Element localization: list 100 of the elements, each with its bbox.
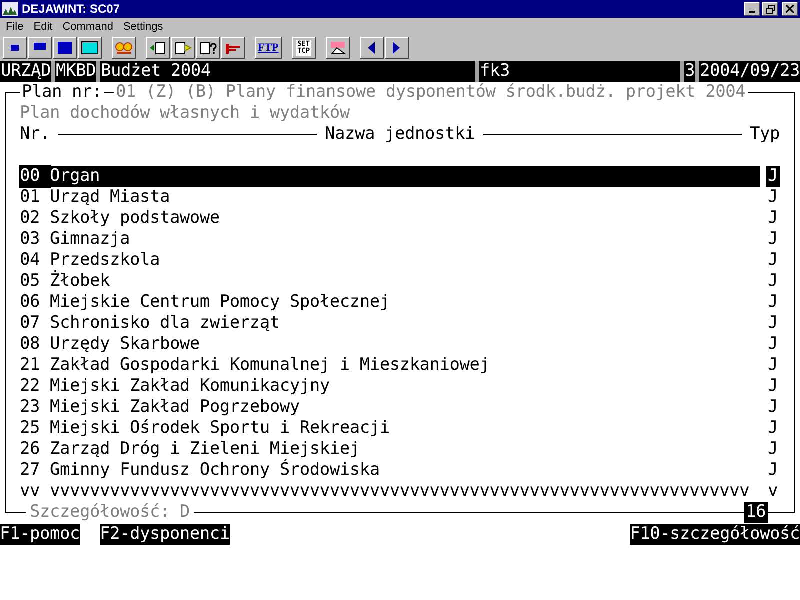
toolbar-button[interactable] xyxy=(3,37,27,59)
table-cell-text: J xyxy=(767,376,779,397)
table-cell-text: 26 xyxy=(20,439,41,460)
table-row[interactable]: 23 Miejski Zakład Pogrzebowy J xyxy=(20,397,780,418)
table-cell-text: J xyxy=(767,271,779,292)
table-row[interactable]: 01 Urząd Miasta J xyxy=(20,187,780,208)
table-cell-text: Zakład Gospodarki Komunalnej i Mieszkaniowej xyxy=(50,355,491,376)
table-cell-text: Miejski Zakład Pogrzebowy xyxy=(50,397,301,418)
window-icon xyxy=(56,40,74,56)
right-arrow-button[interactable] xyxy=(384,37,409,59)
plan-subtitle: Plan dochodów własnych i wydatków xyxy=(20,103,350,123)
left-arrow-button[interactable] xyxy=(360,37,384,59)
table-cell-text: J xyxy=(767,355,779,376)
more-rows-mark: vvvvvvvvvvvvvvvvvvvvvvvvvvvvvvvvvvvvvvvvvvvvvvvvvvvvvvvvvvvvvvvvvvvvvv xyxy=(50,481,751,502)
function-key[interactable]: F2-dysponenci xyxy=(100,524,230,545)
row-count: 16 xyxy=(744,502,768,523)
menu-item[interactable]: Settings xyxy=(123,21,164,33)
app-icon xyxy=(2,2,18,16)
column-header: Nr. xyxy=(20,124,50,145)
table-cell-text: 06 xyxy=(20,292,41,313)
table-cell-text: J xyxy=(767,334,779,355)
window-title: DEJAWINT: SC07 xyxy=(22,2,120,16)
function-key[interactable]: F10-szczegółowość xyxy=(630,524,800,545)
table-cell-text: J xyxy=(767,439,779,460)
table-row[interactable]: 02 Szkoły podstawowe J xyxy=(20,208,780,229)
ftp-button[interactable]: FTP xyxy=(255,37,282,59)
close-icon xyxy=(786,5,794,13)
toolbar-button[interactable] xyxy=(78,37,102,59)
table-cell-text: Miejski Zakład Komunikacyjny xyxy=(50,376,331,397)
toolbar-button[interactable] xyxy=(196,37,220,59)
window-icon xyxy=(81,40,99,56)
table-cell-text: J xyxy=(767,292,779,313)
table-cell-text: Gimnazja xyxy=(50,229,131,250)
table-row[interactable]: 05 Żłobek J xyxy=(20,271,780,292)
table-row[interactable]: 27 Gminny Fundusz Ochrony Środowiska J xyxy=(20,460,780,481)
column-header: Typ xyxy=(750,124,780,145)
table-row[interactable]: 21 Zakład Gospodarki Komunalnej i Mieszkaniowej J xyxy=(20,355,780,376)
table-cell-text: J xyxy=(767,313,779,334)
table-cell-text: Urząd Miasta xyxy=(50,187,171,208)
table-cell-text: J xyxy=(767,208,779,229)
table-cell-text: 25 xyxy=(20,418,41,439)
minimize-button[interactable] xyxy=(744,2,760,16)
table-cell-text: J xyxy=(767,418,779,439)
table-row[interactable]: 06 Miejskie Centrum Pomocy Społecznej J xyxy=(20,292,780,313)
column-header: Nazwa jednostki xyxy=(325,124,475,145)
table-cell-text: 23 xyxy=(20,397,41,418)
table-cell-text: 05 xyxy=(20,271,41,292)
table-cell-text: J xyxy=(767,460,779,481)
table-row[interactable]: 00 Organ J xyxy=(20,166,780,187)
menu-item[interactable]: File xyxy=(6,21,24,33)
table-cell-text: 08 xyxy=(20,334,41,355)
toolbar-button[interactable] xyxy=(28,37,52,59)
toolbar-button[interactable] xyxy=(53,37,77,59)
toolbar-button[interactable] xyxy=(171,37,195,59)
table-cell: J xyxy=(766,166,780,187)
table-cell-text: Schronisko dla zwierząt xyxy=(50,313,281,334)
table-row[interactable]: 04 Przedszkola J xyxy=(20,250,780,271)
table-row[interactable]: 03 Gimnazja J xyxy=(20,229,780,250)
more-rows-mark: v xyxy=(767,481,779,502)
table-cell-text: J xyxy=(767,250,779,271)
toolbar-button[interactable] xyxy=(221,37,245,59)
table-cell-text: Żłobek xyxy=(50,271,111,292)
table-cell-text: 04 xyxy=(20,250,41,271)
status-field: URZĄD xyxy=(0,61,51,82)
table-row[interactable]: 26 Zarząd Dróg i Zieleni Miejskiej J xyxy=(20,439,780,460)
plan-value: 01 (Z) (B) Plany finansowe dysponentów środk.budż. projekt 2004 xyxy=(114,82,748,103)
table-cell-text: 27 xyxy=(20,460,41,481)
table-cell-text: Miejskie Centrum Pomocy Społecznej xyxy=(50,292,391,313)
clipboard-icon xyxy=(149,40,167,56)
menu-item[interactable]: Edit xyxy=(34,21,53,33)
toolbar-button[interactable] xyxy=(112,37,136,59)
toolbar-button[interactable] xyxy=(146,37,170,59)
table-cell-text: Urzędy Skarbowe xyxy=(50,334,201,355)
table-cell-text: J xyxy=(767,229,779,250)
toolbar-button[interactable] xyxy=(326,37,350,59)
table-row[interactable]: 08 Urzędy Skarbowe J xyxy=(20,334,780,355)
clipboard-icon xyxy=(174,40,192,56)
right-arrow-icon xyxy=(393,42,400,54)
flower-icon xyxy=(115,40,133,56)
table-cell-text: 07 xyxy=(20,313,41,334)
table-cell-text: 22 xyxy=(20,376,41,397)
table-cell-text: J xyxy=(767,187,779,208)
table-row[interactable]: 22 Miejski Zakład Komunikacyjny J xyxy=(20,376,780,397)
table-row[interactable]: 25 Miejski Ośrodek Sportu i Rekreacji J xyxy=(20,418,780,439)
more-rows-mark: vv xyxy=(20,481,41,502)
clipboard-help-icon xyxy=(199,40,217,56)
table-row[interactable]: 07 Schronisko dla zwierząt J xyxy=(20,313,780,334)
table-cell-text: Przedszkola xyxy=(50,250,161,270)
table-cell-text: 21 xyxy=(20,355,41,376)
function-key[interactable]: F1-pomoc xyxy=(0,524,80,545)
table-cell-text: Szkoły podstawowe xyxy=(50,208,221,229)
restore-button[interactable] xyxy=(762,2,778,16)
table-cell-text: 01 xyxy=(20,187,41,208)
close-button[interactable] xyxy=(782,2,798,16)
table-cell-text: J xyxy=(767,397,779,418)
left-arrow-icon xyxy=(368,42,376,54)
menu-item[interactable]: Command xyxy=(62,21,114,33)
table-cell-text: 02 xyxy=(20,208,41,229)
window-icon xyxy=(11,45,19,51)
restore-icon xyxy=(766,4,774,14)
